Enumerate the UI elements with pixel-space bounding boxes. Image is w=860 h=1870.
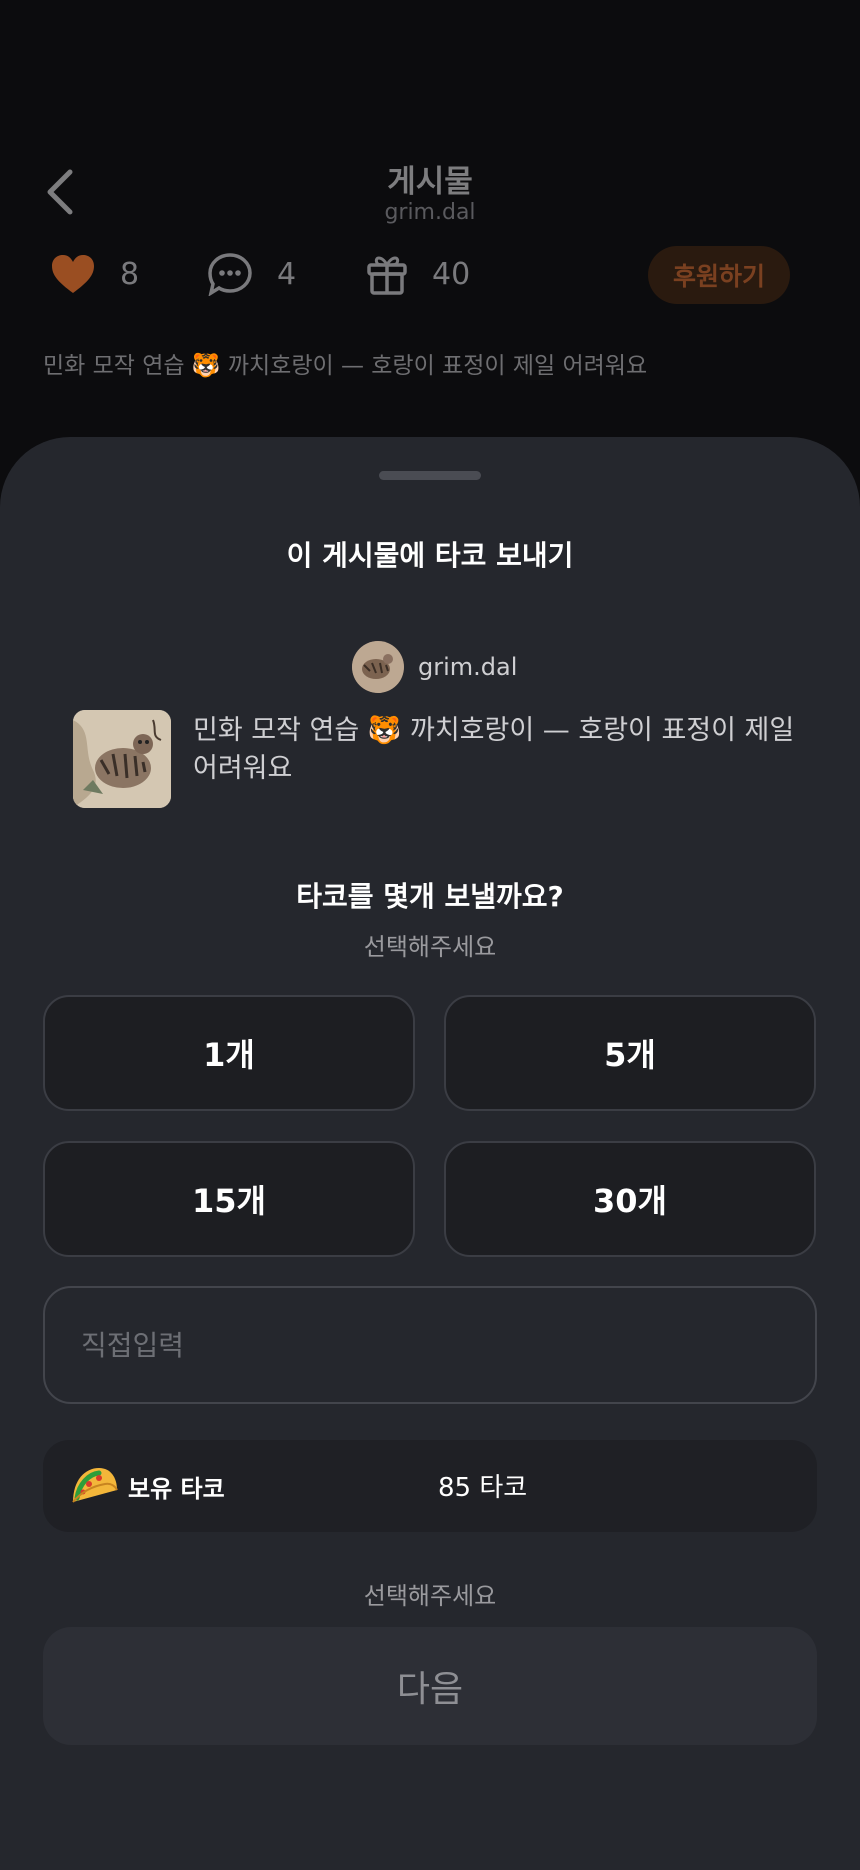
gift-icon xyxy=(367,256,407,295)
heart-icon xyxy=(52,255,94,293)
option-1[interactable]: 1개 xyxy=(43,995,415,1111)
taco-balance-row: 보유 타코 85 타코 xyxy=(43,1440,817,1532)
option-30[interactable]: 30개 xyxy=(444,1141,816,1257)
like-stat[interactable]: 8 xyxy=(50,252,139,296)
taco-icon xyxy=(72,1468,118,1503)
comment-stat[interactable]: 4 xyxy=(207,252,296,296)
next-button[interactable]: 다음 xyxy=(43,1627,817,1745)
page-title: 게시물 xyxy=(387,164,473,200)
gift-stat[interactable]: 40 xyxy=(366,252,470,296)
tiger-avatar-image xyxy=(352,641,404,693)
custom-amount-input[interactable] xyxy=(45,1327,815,1363)
like-count: 8 xyxy=(120,256,140,292)
avatar xyxy=(352,641,404,693)
post-caption: 민화 모작 연습 🐯 까치호랑이 — 호랑이 표정이 제일 어려워요 xyxy=(43,353,648,379)
tiger-painting-image xyxy=(73,710,171,808)
option-5[interactable]: 5개 xyxy=(444,995,816,1111)
author-row: grim.dal xyxy=(352,641,517,693)
post-text: 민화 모작 연습 🐯 까치호랑이 — 호랑이 표정이 제일 어려워요 xyxy=(193,715,795,784)
donate-button[interactable]: 후원하기 xyxy=(648,246,790,304)
custom-amount-field[interactable] xyxy=(43,1286,817,1404)
post-thumbnail xyxy=(73,710,171,808)
author-name: grim.dal xyxy=(418,653,518,681)
page-subtitle: grim.dal xyxy=(384,200,476,225)
option-15[interactable]: 15개 xyxy=(43,1141,415,1257)
sheet-title: 이 게시물에 타코 보내기 xyxy=(286,539,574,572)
balance-label: 보유 타코 xyxy=(128,1475,225,1503)
question-subtitle: 선택해주세요 xyxy=(363,933,497,961)
selection-hint: 선택해주세요 xyxy=(363,1582,497,1610)
comment-icon xyxy=(208,253,252,296)
sheet-drag-handle[interactable] xyxy=(379,471,481,480)
question-title: 타코를 몇개 보낼까요? xyxy=(296,880,564,913)
balance-value: 85 타코 xyxy=(438,1473,528,1503)
gift-count: 40 xyxy=(432,256,471,292)
comment-count: 4 xyxy=(277,256,297,292)
send-taco-sheet: 이 게시물에 타코 보내기 grim.dal 민화 모작 연습 🐯 까치호랑이 … xyxy=(0,437,860,1870)
